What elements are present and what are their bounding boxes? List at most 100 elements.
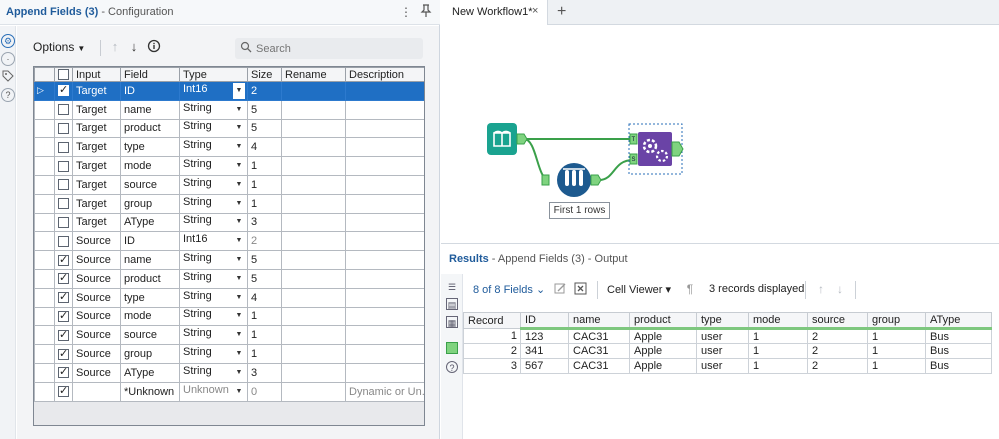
type-cell[interactable]: String ▼ — [179, 362, 248, 383]
description-cell[interactable] — [345, 306, 424, 327]
size-cell[interactable]: 1 — [247, 193, 282, 214]
caret-down-icon[interactable]: ▼ — [233, 177, 245, 193]
field-checkbox-cell[interactable] — [54, 287, 73, 308]
results-row[interactable]: 3 567 CAC31 Apple user 1 2 1 Bus — [463, 358, 992, 374]
caret-down-icon[interactable]: ▼ — [233, 384, 245, 400]
rename-cell[interactable] — [281, 118, 346, 139]
field-checkbox[interactable] — [58, 179, 69, 191]
field-checkbox[interactable] — [58, 123, 69, 135]
rename-cell[interactable] — [281, 381, 346, 402]
caret-down-icon[interactable]: ▼ — [233, 139, 245, 155]
results-cell[interactable]: 341 — [520, 343, 569, 359]
size-cell[interactable]: 1 — [247, 306, 282, 327]
results-column-header[interactable]: name — [568, 312, 630, 330]
size-cell[interactable]: 1 — [247, 156, 282, 176]
field-row[interactable]: Target product String ▼ 5 — [34, 118, 424, 139]
type-cell[interactable]: String ▼ — [179, 137, 248, 158]
type-cell[interactable]: String ▼ — [179, 344, 248, 364]
field-row[interactable]: SourceproductString ▼5 — [34, 268, 424, 289]
size-cell[interactable]: 3 — [247, 212, 282, 233]
annotation-icon[interactable]: · — [1, 52, 15, 66]
column-header[interactable]: Rename — [281, 67, 346, 82]
more-options-icon[interactable]: ⋮ — [398, 4, 414, 20]
size-cell[interactable]: 4 — [247, 287, 282, 308]
select-all-checkbox[interactable] — [58, 69, 69, 81]
field-checkbox-cell[interactable] — [54, 137, 73, 158]
size-cell[interactable]: 1 — [247, 325, 282, 346]
field-row[interactable]: Target AType String ▼ 3 — [34, 212, 424, 233]
close-tab-icon[interactable]: × — [532, 5, 538, 17]
paragraph-icon[interactable]: ¶ — [683, 282, 697, 296]
help-icon[interactable]: ? — [1, 88, 15, 102]
results-column-header[interactable]: AType — [925, 312, 992, 330]
caret-down-icon[interactable]: ▼ — [233, 214, 245, 230]
field-checkbox[interactable] — [58, 83, 69, 97]
results-column-header[interactable]: ID — [520, 312, 569, 330]
caret-down-icon[interactable]: ▼ — [233, 252, 245, 268]
field-row[interactable]: Target mode String ▼ 1 — [34, 156, 424, 176]
field-row[interactable]: Target source String ▼ 1 — [34, 174, 424, 195]
size-cell[interactable]: 0 — [247, 381, 282, 402]
type-cell[interactable]: String ▼ — [179, 99, 248, 120]
select-all-header[interactable] — [54, 67, 73, 82]
type-cell[interactable]: String ▼ — [179, 287, 248, 308]
results-column-header[interactable]: Record — [463, 312, 521, 329]
field-checkbox-cell[interactable] — [54, 381, 73, 402]
field-checkbox-cell[interactable] — [54, 118, 73, 139]
column-header[interactable]: Size — [247, 67, 282, 82]
results-cell[interactable]: Bus — [925, 343, 992, 359]
field-checkbox[interactable] — [58, 365, 69, 379]
description-cell[interactable] — [345, 81, 424, 101]
results-cell[interactable]: 1 — [463, 328, 521, 344]
results-cell[interactable]: Apple — [629, 358, 697, 374]
field-checkbox[interactable] — [58, 347, 69, 360]
results-cell[interactable]: Bus — [925, 328, 992, 344]
field-row[interactable]: SourcetypeString ▼4 — [34, 287, 424, 308]
caret-down-icon[interactable]: ▼ — [233, 365, 245, 381]
type-cell[interactable]: String ▼ — [179, 212, 248, 233]
size-cell[interactable]: 2 — [247, 231, 282, 252]
table-icon[interactable]: ▤ — [446, 298, 458, 310]
results-cell[interactable]: user — [696, 343, 749, 359]
type-cell[interactable]: String ▼ — [179, 156, 248, 176]
results-cell[interactable]: 123 — [520, 328, 569, 344]
field-checkbox[interactable] — [58, 198, 69, 210]
results-cell[interactable]: 567 — [520, 358, 569, 374]
caret-down-icon[interactable]: ▼ — [233, 346, 245, 362]
field-checkbox-cell[interactable] — [54, 344, 73, 364]
input-data-tool[interactable] — [487, 123, 528, 155]
field-row[interactable]: SourcegroupString ▼1 — [34, 344, 424, 364]
rename-cell[interactable] — [281, 250, 346, 270]
description-cell[interactable] — [345, 156, 424, 176]
results-cell[interactable]: 1 — [748, 343, 808, 359]
results-row[interactable]: 2 341 CAC31 Apple user 1 2 1 Bus — [463, 343, 992, 359]
rename-cell[interactable] — [281, 231, 346, 252]
size-cell[interactable]: 5 — [247, 268, 282, 289]
field-row[interactable]: Source ID Int16 ▼ 2 — [34, 231, 424, 252]
results-cell[interactable]: user — [696, 328, 749, 344]
workflow-canvas[interactable]: T S First 1 rows — [441, 26, 999, 242]
column-header[interactable]: Input — [72, 67, 121, 82]
field-row[interactable]: SourcesourceString ▼1 — [34, 325, 424, 346]
append-fields-tool[interactable] — [628, 123, 684, 175]
tab-new-workflow1[interactable]: New Workflow1* × — [441, 0, 548, 25]
rename-cell[interactable] — [281, 156, 346, 176]
results-cell[interactable]: Bus — [925, 358, 992, 374]
results-cell[interactable]: CAC31 — [568, 343, 630, 359]
field-checkbox[interactable] — [58, 160, 69, 172]
rename-cell[interactable] — [281, 306, 346, 327]
field-checkbox-cell[interactable] — [54, 268, 73, 289]
results-cell[interactable]: 1 — [867, 343, 926, 359]
caret-down-icon[interactable]: ▼ — [233, 82, 245, 99]
description-cell[interactable] — [345, 174, 424, 195]
description-cell[interactable] — [345, 362, 424, 383]
field-checkbox[interactable] — [58, 309, 69, 323]
results-column-header[interactable]: mode — [748, 312, 808, 330]
field-checkbox[interactable] — [58, 271, 69, 285]
rename-cell[interactable] — [281, 137, 346, 158]
description-cell[interactable] — [345, 193, 424, 214]
size-cell[interactable]: 1 — [247, 174, 282, 195]
column-header[interactable]: Description — [345, 67, 424, 82]
results-cell[interactable]: CAC31 — [568, 358, 630, 374]
move-down-icon[interactable]: ↓ — [126, 39, 142, 55]
